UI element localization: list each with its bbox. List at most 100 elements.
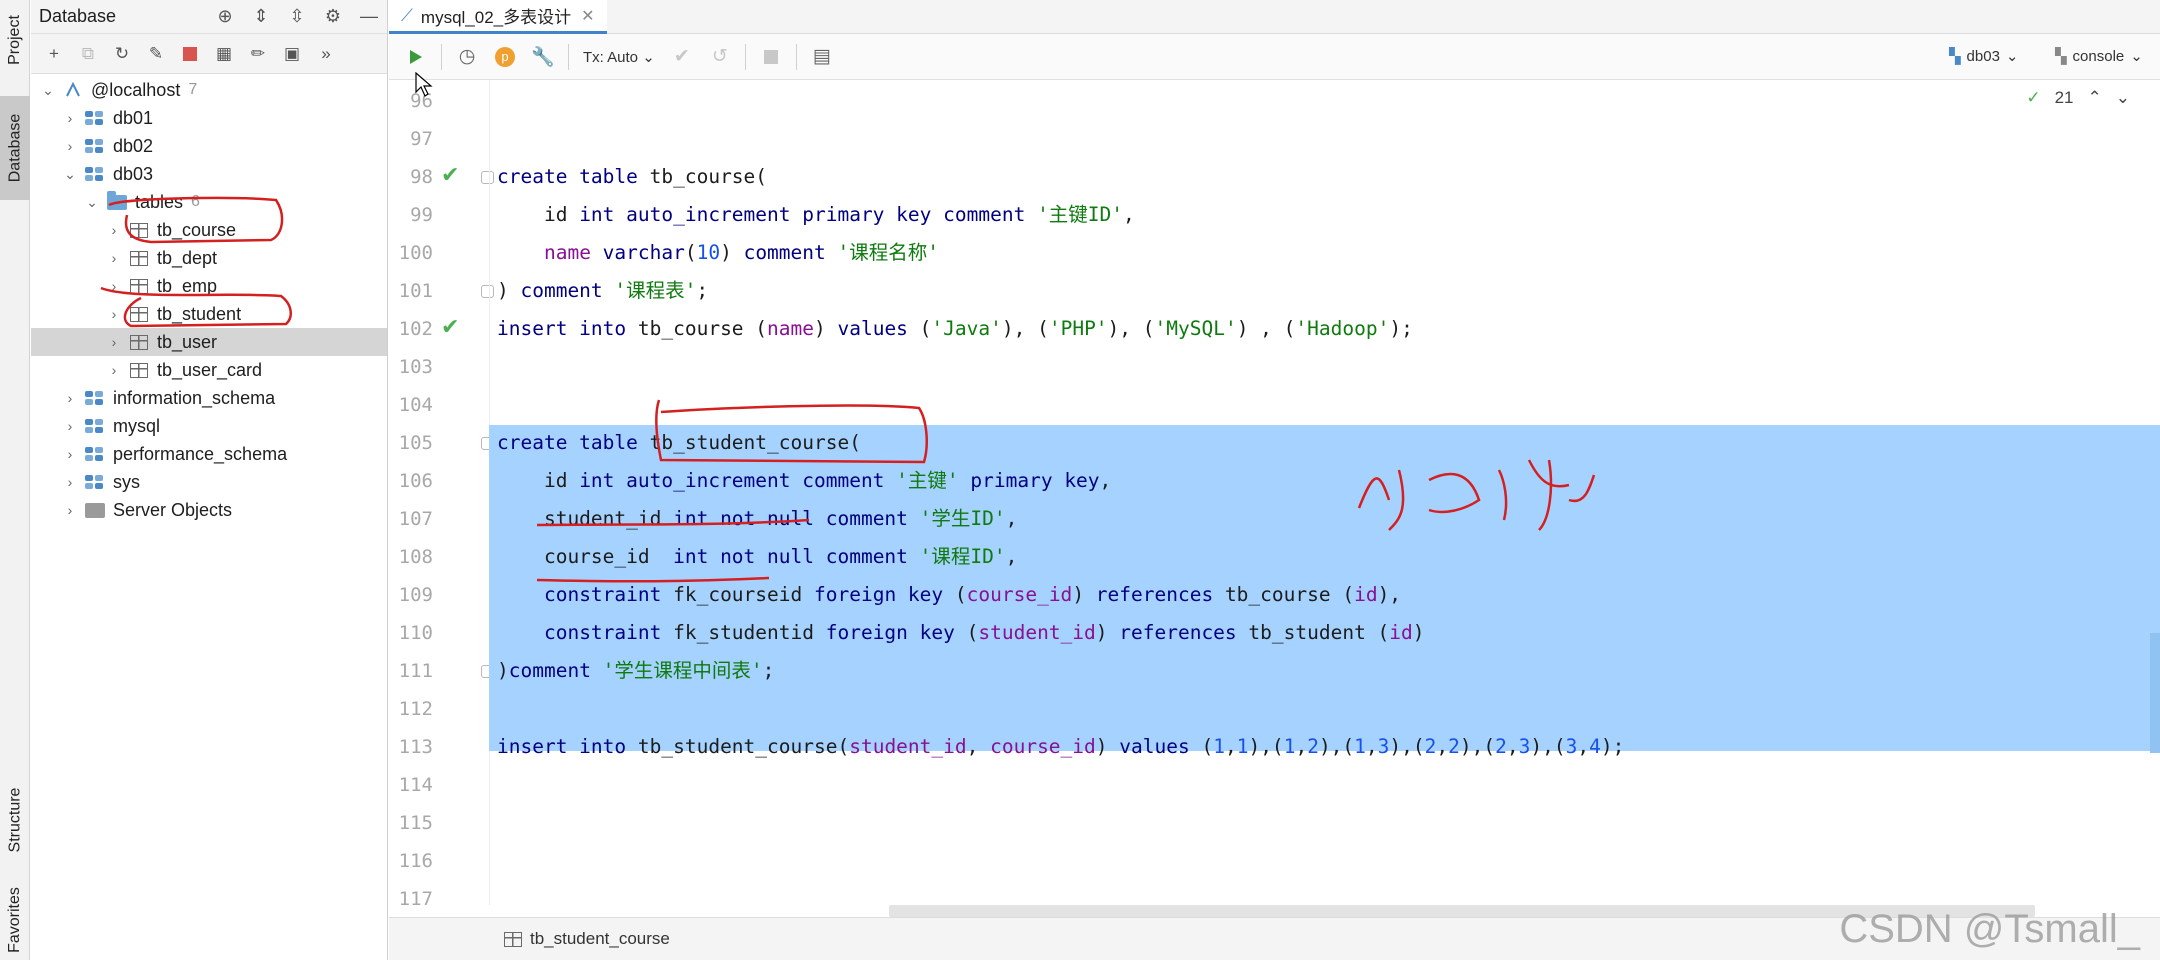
tree-item-label: mysql (113, 415, 161, 436)
divider (795, 43, 797, 70)
tree-item-sys[interactable]: › sys (31, 468, 387, 496)
hide-panel-icon[interactable]: — (351, 0, 387, 34)
tree-item-mysql[interactable]: › mysql (31, 412, 387, 440)
tree-item-tb-emp[interactable]: › tb_emp (31, 272, 387, 300)
code-line: constraint fk_courseid foreign key (cour… (543, 583, 1402, 606)
line-number: 107 (398, 508, 433, 530)
chevron-down-icon[interactable]: ⌄ (39, 82, 57, 99)
tree-item-db03[interactable]: ⌄ db03 (31, 160, 387, 188)
explain-plan-icon[interactable]: p (486, 38, 524, 76)
tree-item-label: tables (135, 191, 184, 212)
tree-item-tb-course[interactable]: › tb_course (31, 216, 387, 244)
line-number: 109 (398, 584, 433, 606)
chevron-right-icon[interactable]: › (61, 110, 79, 126)
chevron-right-icon[interactable]: › (61, 502, 79, 518)
status-breadcrumb[interactable]: tb_student_course (530, 929, 670, 949)
line-number: 115 (398, 812, 433, 834)
chevron-right-icon[interactable]: › (105, 334, 123, 350)
tree-item-label: tb_dept (157, 247, 218, 268)
tree-root-localhost[interactable]: ⌄ @localhost 7 (31, 76, 387, 104)
code-line: create table tb_student_course( (497, 431, 861, 454)
tree-item-label: sys (113, 471, 140, 492)
database-panel-title: Database (39, 6, 117, 26)
chevron-right-icon[interactable]: › (61, 138, 79, 154)
chevron-up-icon[interactable]: ⌃ (2088, 88, 2102, 108)
add-icon[interactable]: + (37, 37, 71, 71)
line-number: 104 (398, 394, 433, 416)
vertical-scrollbar[interactable] (2150, 633, 2160, 753)
schema-selector[interactable]: ▚ db03 ⌄ (1949, 47, 2019, 66)
tree-item-tb-dept[interactable]: › tb_dept (31, 244, 387, 272)
chevron-right-icon[interactable]: › (105, 250, 123, 266)
line-number: 108 (398, 546, 433, 568)
chevron-right-icon[interactable]: › (105, 306, 123, 322)
tree-item-label: db02 (113, 135, 154, 156)
chevron-right-icon[interactable]: › (61, 446, 79, 462)
duplicate-icon[interactable]: ⧉ (71, 37, 105, 71)
tx-mode-select[interactable]: Tx: Auto ⌄ (583, 48, 655, 66)
chevron-right-icon[interactable]: › (61, 418, 79, 434)
collapse-all-icon[interactable]: ⇳ (279, 0, 315, 34)
chevron-right-icon[interactable]: › (105, 362, 123, 378)
tree-item-label: Server Objects (113, 499, 233, 520)
tree-item-performance-schema[interactable]: › performance_schema (31, 440, 387, 468)
stop-icon[interactable] (752, 38, 790, 76)
console-selector[interactable]: ▚ console ⌄ (2055, 47, 2143, 66)
schema-icon (83, 445, 107, 463)
inspection-widget[interactable]: ✓ 21 ⌃ ⌄ (2026, 88, 2130, 108)
tree-item-label: tb_student (157, 303, 242, 324)
project-tool-tab[interactable]: Project (0, 0, 30, 80)
tree-item-tb-user[interactable]: › tb_user (31, 328, 387, 356)
settings-wrench-icon[interactable]: 🔧 (524, 38, 562, 76)
line-number: 106 (398, 470, 433, 492)
line-number: 101 (398, 280, 433, 302)
line-number: 98 (410, 166, 433, 188)
chevron-right-icon[interactable]: › (105, 222, 123, 238)
locate-icon[interactable]: ⊕ (207, 0, 243, 34)
tree-item-count: 6 (191, 193, 200, 210)
chevron-down-icon[interactable]: ⌄ (2116, 88, 2130, 108)
more-icon[interactable]: » (309, 37, 343, 71)
close-icon[interactable]: ✕ (581, 6, 594, 26)
tree-item-tb-student[interactable]: › tb_student (31, 300, 387, 328)
code-area[interactable]: create table tb_course( id int auto_incr… (489, 80, 2160, 905)
database-tree: ⌄ @localhost 7 › db01 › db02 ⌄ db03 ⌄ ta… (31, 74, 387, 524)
edit-data-icon[interactable]: ✏ (241, 37, 275, 71)
rollback-icon[interactable]: ↺ (701, 38, 739, 76)
chevron-down-icon[interactable]: ⌄ (61, 166, 79, 183)
tree-item-db02[interactable]: › db02 (31, 132, 387, 160)
database-tool-tab[interactable]: Database (0, 96, 30, 200)
line-number: 112 (398, 698, 433, 720)
table-icon (127, 305, 151, 323)
history-clock-icon[interactable]: ◷ (448, 38, 486, 76)
line-number: 116 (398, 850, 433, 872)
settings-gear-icon[interactable]: ⚙ (315, 0, 351, 34)
favorites-tool-tab[interactable]: Favorites (0, 880, 30, 960)
divider (744, 43, 746, 70)
structure-tool-tab[interactable]: Structure (0, 770, 30, 870)
tree-item-information-schema[interactable]: › information_schema (31, 384, 387, 412)
sql-file-icon: ⟋ (401, 5, 413, 25)
chevron-down-icon: ⌄ (2130, 48, 2143, 65)
stop-icon[interactable] (173, 37, 207, 71)
query-console-icon[interactable]: ▣ (275, 37, 309, 71)
tab-mysql-02[interactable]: ⟋ mysql_02_多表设计 ✕ (389, 0, 607, 34)
tree-item-db01[interactable]: › db01 (31, 104, 387, 132)
tree-item-label: db01 (113, 107, 154, 128)
chevron-down-icon[interactable]: ⌄ (83, 194, 101, 211)
tree-item-server-objects[interactable]: › Server Objects (31, 496, 387, 524)
expand-all-icon[interactable]: ⇕ (243, 0, 279, 34)
database-panel: Database ⊕ ⇕ ⇳ ⚙ — + ⧉ ↻ ✎ ▦ ✏ ▣ » ⌄ @lo… (31, 0, 388, 960)
commit-check-icon[interactable]: ✔ (663, 38, 701, 76)
edit-properties-icon[interactable]: ✎ (139, 37, 173, 71)
tree-item-tb-user-card[interactable]: › tb_user_card (31, 356, 387, 384)
schema-icon (83, 417, 107, 435)
chevron-right-icon[interactable]: › (105, 278, 123, 294)
chevron-right-icon[interactable]: › (61, 474, 79, 490)
tree-item-tables[interactable]: ⌄ tables 6 (31, 188, 387, 216)
table-view-icon[interactable]: ▦ (207, 37, 241, 71)
refresh-icon[interactable]: ↻ (105, 37, 139, 71)
chevron-right-icon[interactable]: › (61, 390, 79, 406)
run-icon[interactable] (397, 38, 435, 76)
output-layout-icon[interactable]: ▤ (803, 38, 841, 76)
